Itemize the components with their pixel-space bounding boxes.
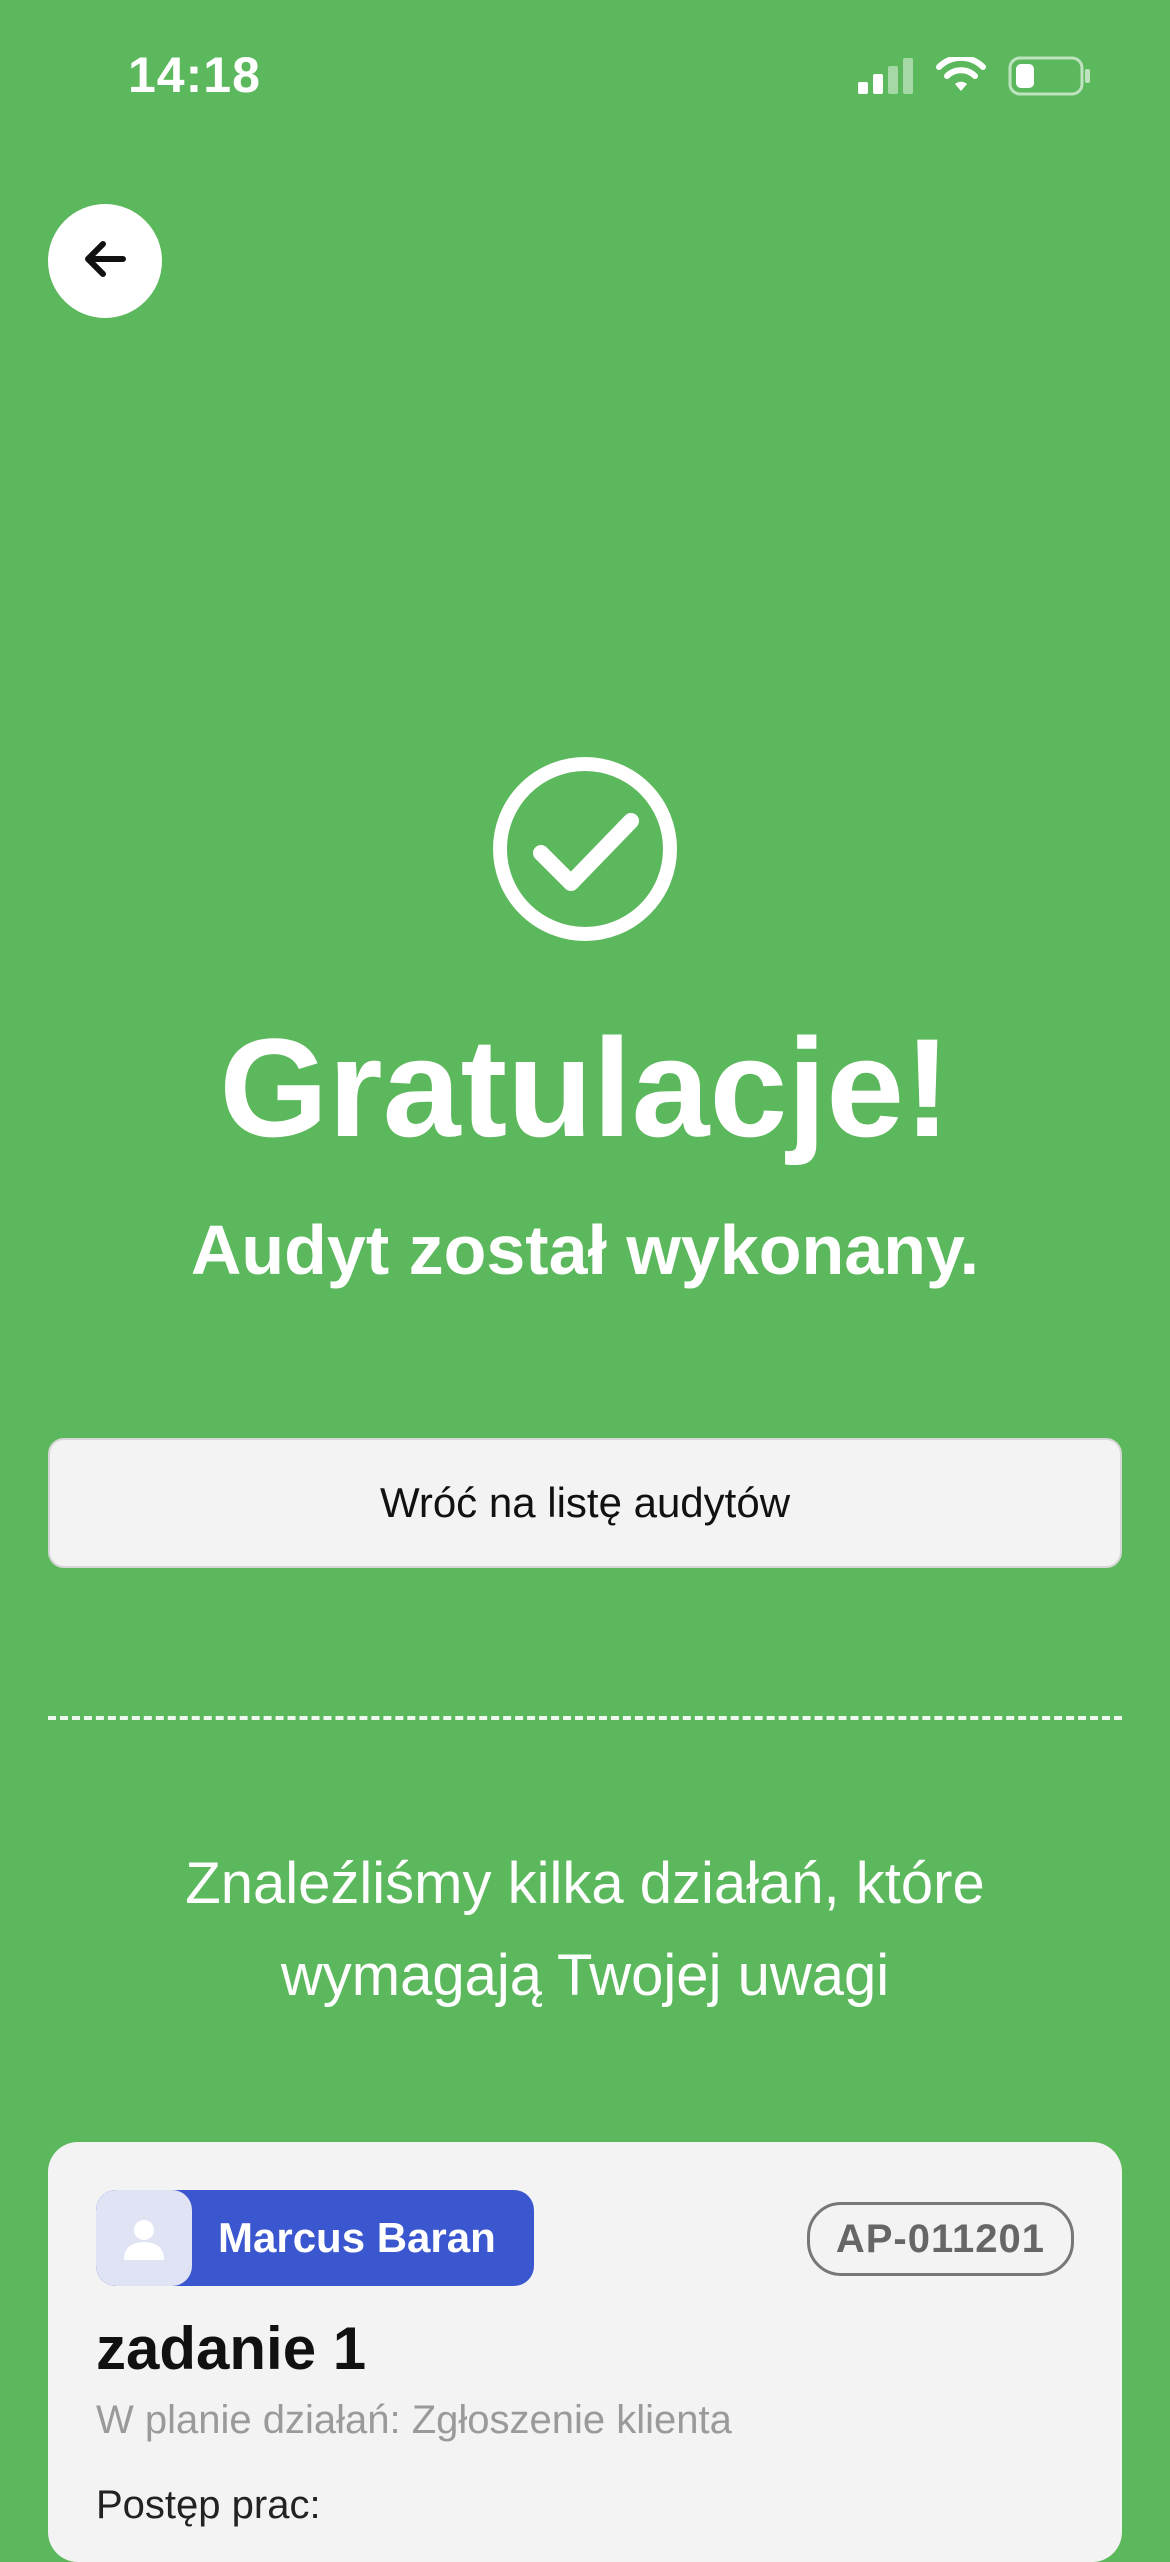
battery-icon <box>1008 56 1092 101</box>
progress-label: Postęp prac: <box>96 2483 321 2527</box>
task-title: zadanie 1 <box>96 2315 367 2382</box>
success-subtitle: Audyt został wykonany. <box>190 1211 980 1289</box>
success-title: Gratulacje! <box>219 1009 951 1166</box>
signal-icon <box>858 57 914 99</box>
status-bar: 14:18 <box>0 0 1170 150</box>
task-plan: W planie działań: Zgłoszenie klienta <box>96 2398 732 2442</box>
dashed-divider <box>48 1716 1122 1720</box>
back-button[interactable] <box>48 204 162 318</box>
actions-notice: Znaleźliśmy kilka działań, które wymagaj… <box>185 1851 985 2008</box>
user-avatar-icon <box>96 2190 192 2286</box>
assignee-chip[interactable]: Marcus Baran <box>96 2190 534 2286</box>
arrow-left-icon <box>83 239 127 284</box>
action-card[interactable]: Marcus Baran AP-011201 zadanie 1 W plani… <box>48 2142 1122 2562</box>
status-icons <box>858 54 1092 101</box>
action-id-badge: AP-011201 <box>806 2202 1074 2276</box>
back-to-audit-list-button[interactable]: Wróć na listę audytów <box>48 1438 1122 1568</box>
wifi-icon <box>936 54 986 100</box>
assignee-name: Marcus Baran <box>218 2214 496 2261</box>
status-time: 14:18 <box>128 47 261 103</box>
check-circle-icon <box>491 755 679 943</box>
